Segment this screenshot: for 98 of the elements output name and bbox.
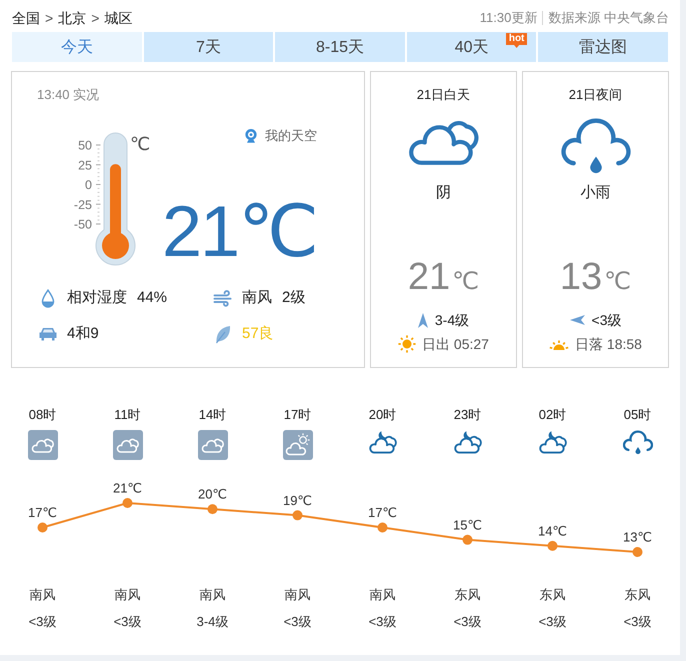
update-time: 11:30更新 [480, 10, 538, 26]
wind-direction: 东风 [454, 587, 480, 603]
observation-time: 13:40 实况 [37, 87, 100, 103]
hour-label: 14时 [198, 407, 226, 423]
hour-label: 20时 [368, 407, 396, 423]
wind-direction: 南风 [284, 587, 310, 603]
data-point [378, 522, 388, 532]
scale-label: -25 [74, 198, 92, 212]
wind-level: <3级 [284, 614, 312, 630]
data-point [462, 534, 472, 545]
tab[interactable]: 40天 hot [406, 32, 536, 62]
wind-level: <3级 [114, 614, 142, 630]
my-sky-link[interactable]: 我的天空 [245, 128, 317, 144]
tab[interactable]: 7天 [144, 32, 274, 62]
scale-label: 0 [85, 178, 92, 192]
moon-cloud-icon [538, 430, 568, 455]
sun-cloud-icon [282, 430, 312, 460]
value-label: 17℃ [368, 505, 398, 520]
wind-level: <3级 [592, 311, 622, 329]
water-drop-icon [40, 288, 54, 308]
wind-label: 南风 [242, 288, 272, 308]
value-label: 21℃ [112, 480, 142, 496]
wind-level: 3-4级 [434, 311, 470, 329]
breadcrumb-link[interactable]: 城区 [104, 10, 132, 26]
scale-unit: ℃ [130, 134, 150, 154]
value-label: 14℃ [538, 523, 568, 538]
wind-level: <3级 [454, 614, 482, 630]
arrowhead-icon [570, 315, 585, 325]
data-point [632, 547, 642, 557]
data-source: 数据来源 中央气象台 [548, 10, 669, 26]
leaf-icon [214, 324, 230, 344]
value-label: 17℃ [28, 505, 58, 520]
breadcrumb-separator: > [45, 10, 54, 26]
sun-time: 日落 18:58 [575, 335, 642, 353]
wind-direction: 南风 [370, 587, 396, 603]
hour-label: 05时 [624, 407, 652, 423]
car-icon [38, 327, 56, 341]
temperature-value: 13 [560, 257, 602, 297]
temperature-unit: ℃ [604, 267, 632, 297]
hour-label: 23时 [454, 407, 482, 423]
humidity-value: 44% [137, 288, 168, 308]
wind-direction: 南风 [200, 587, 226, 603]
wind-level: <3级 [538, 614, 566, 630]
wind-level: <3级 [624, 614, 652, 630]
moon-cloud-icon [452, 430, 482, 455]
data-point [548, 540, 558, 551]
cloud-icon [112, 430, 142, 460]
humidity-label: 相对湿度 [67, 288, 127, 308]
breadcrumb-link[interactable]: 全国 [12, 10, 40, 26]
value-label: 15℃ [452, 517, 482, 532]
hour-label: 02时 [538, 407, 566, 423]
hour-label: 17时 [284, 407, 312, 423]
scale-label: 25 [78, 158, 92, 172]
cloud-icon [198, 430, 228, 460]
wind-direction: 南风 [30, 587, 56, 603]
wind-direction: 东风 [624, 587, 650, 603]
breadcrumb-link[interactable]: 北京 [58, 10, 86, 26]
current-temperature: 21℃ [162, 195, 317, 269]
wind-direction: 东风 [540, 587, 566, 603]
cloud-icon [28, 430, 58, 460]
webcam-icon [245, 129, 257, 143]
value-label: 20℃ [198, 486, 228, 502]
scale-label: -50 [74, 218, 92, 232]
weather-condition: 阴 [436, 184, 451, 202]
wind-icon [212, 290, 232, 306]
sun-time: 日出 05:27 [422, 335, 489, 353]
data-point [38, 522, 48, 532]
hour-label: 08时 [28, 407, 56, 423]
tab[interactable]: 8-15天 [275, 32, 405, 62]
wind-level: <3级 [28, 614, 56, 630]
tab[interactable]: 今天 [12, 32, 142, 62]
temperature-unit: ℃ [452, 267, 480, 297]
period-title: 21日白天 [416, 87, 470, 103]
hour-label: 11时 [114, 407, 141, 423]
traffic-restriction-label: 4和9 [67, 324, 99, 344]
data-point [208, 504, 218, 514]
data-point [122, 498, 132, 508]
value-label: 13℃ [622, 530, 652, 544]
wind-direction: 南风 [114, 587, 140, 603]
scale-label: 50 [78, 138, 92, 152]
wind-level: <3级 [368, 614, 396, 630]
period-title: 21日夜间 [568, 87, 622, 103]
sun-icon [398, 335, 416, 353]
wind-level: 3-4级 [196, 614, 228, 630]
rain-cloud-icon [560, 117, 630, 175]
tab[interactable]: 雷达图 [538, 32, 668, 62]
half-sun-icon [549, 338, 570, 350]
air-quality-label: 57良 [242, 324, 274, 344]
moon-cloud-icon [368, 430, 398, 455]
breadcrumb-separator: > [91, 10, 100, 26]
rain-cloud-icon [622, 430, 652, 455]
weather-condition: 小雨 [580, 184, 610, 202]
arrowhead-icon [418, 312, 428, 328]
value-label: 19℃ [282, 492, 312, 508]
wind-value: 2级 [282, 288, 306, 308]
data-point [292, 510, 302, 520]
tab-badge: hot [506, 33, 528, 48]
temperature-value: 21 [408, 257, 450, 297]
